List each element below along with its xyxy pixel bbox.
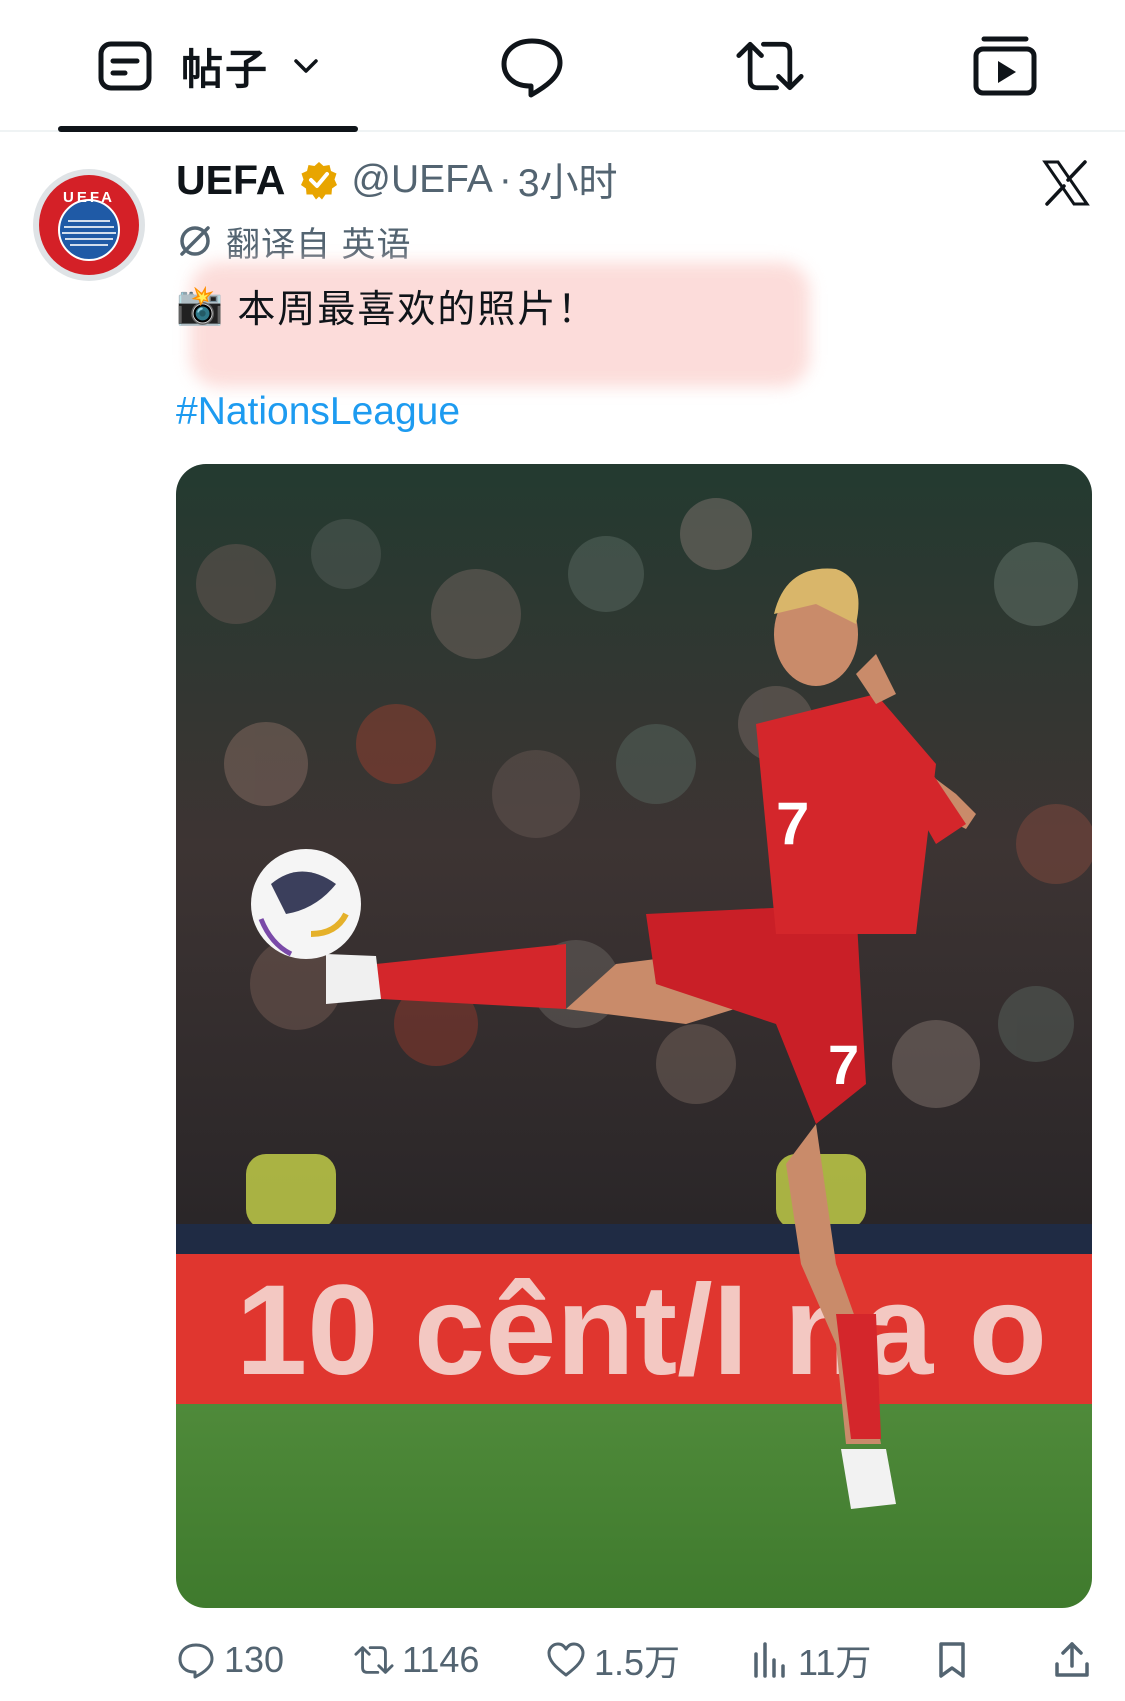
tweet-photo[interactable]: 10 cênt/I na o 7 7	[176, 464, 1092, 1608]
avatar[interactable]: UEFA	[32, 168, 146, 282]
translation-notice[interactable]: 翻译自 英语	[176, 217, 411, 265]
tweet-header: UEFA @UEFA · 3小时	[176, 152, 618, 208]
translation-label: 翻译自 英语	[226, 225, 412, 264]
separator: ·	[498, 158, 512, 201]
handle[interactable]: @UEFA	[351, 158, 492, 202]
ad-board-text: 10 cênt/I na o	[236, 1259, 1047, 1402]
translate-icon	[180, 226, 210, 256]
post-icon	[98, 41, 152, 91]
timestamp[interactable]: 3小时	[518, 152, 618, 208]
tab-replies[interactable]	[497, 0, 567, 132]
tab-reposts[interactable]	[733, 0, 807, 132]
bookmark-button[interactable]	[932, 1632, 972, 1688]
shirt-number: 7	[776, 790, 809, 857]
bookmark-icon	[939, 1642, 965, 1678]
like-count: 1.5万	[594, 1642, 681, 1683]
share-button[interactable]	[1052, 1632, 1092, 1688]
camera-flash-emoji: 📸	[176, 284, 224, 327]
tweet-body: 本周最喜欢的照片！	[237, 289, 598, 331]
reply-icon	[178, 1643, 214, 1679]
verified-badge-icon	[301, 162, 338, 200]
tweet-text: 📸 本周最喜欢的照片！	[176, 278, 597, 333]
reply-count: 130	[224, 1639, 285, 1680]
ball	[251, 849, 361, 959]
retweet-count: 1146	[402, 1639, 480, 1680]
tweet-actions: 130 1146 1.5万 11万	[0, 1632, 1125, 1688]
retweet-icon	[736, 41, 804, 91]
reply-button[interactable]: 130	[176, 1632, 284, 1688]
display-name[interactable]: UEFA	[176, 157, 285, 204]
view-count: 11万	[798, 1642, 872, 1683]
hashtag-link[interactable]: #NationsLeague	[176, 390, 460, 434]
like-button[interactable]: 1.5万	[546, 1632, 680, 1688]
avatar-text: UEFA	[63, 189, 115, 206]
reply-icon	[501, 38, 563, 98]
heart-icon	[547, 1642, 585, 1677]
tab-bar: 帖子	[0, 0, 1125, 132]
retweet-icon	[354, 1646, 394, 1674]
video-icon	[973, 36, 1037, 96]
active-tab-indicator	[58, 126, 358, 132]
football-photo: 10 cênt/I na o 7 7	[176, 464, 1092, 1608]
analytics-icon	[754, 1642, 785, 1678]
uefa-logo-icon: UEFA	[33, 169, 145, 281]
share-icon	[1055, 1642, 1089, 1677]
tab-posts-label: 帖子	[180, 45, 269, 93]
x-logo-icon	[1042, 160, 1090, 206]
shorts-number: 7	[828, 1033, 859, 1096]
retweet-button[interactable]: 1146	[354, 1632, 479, 1688]
tab-videos[interactable]	[970, 0, 1040, 132]
views-button[interactable]: 11万	[750, 1632, 871, 1688]
chevron-down-icon	[294, 59, 318, 73]
tab-posts[interactable]: 帖子	[58, 0, 358, 132]
